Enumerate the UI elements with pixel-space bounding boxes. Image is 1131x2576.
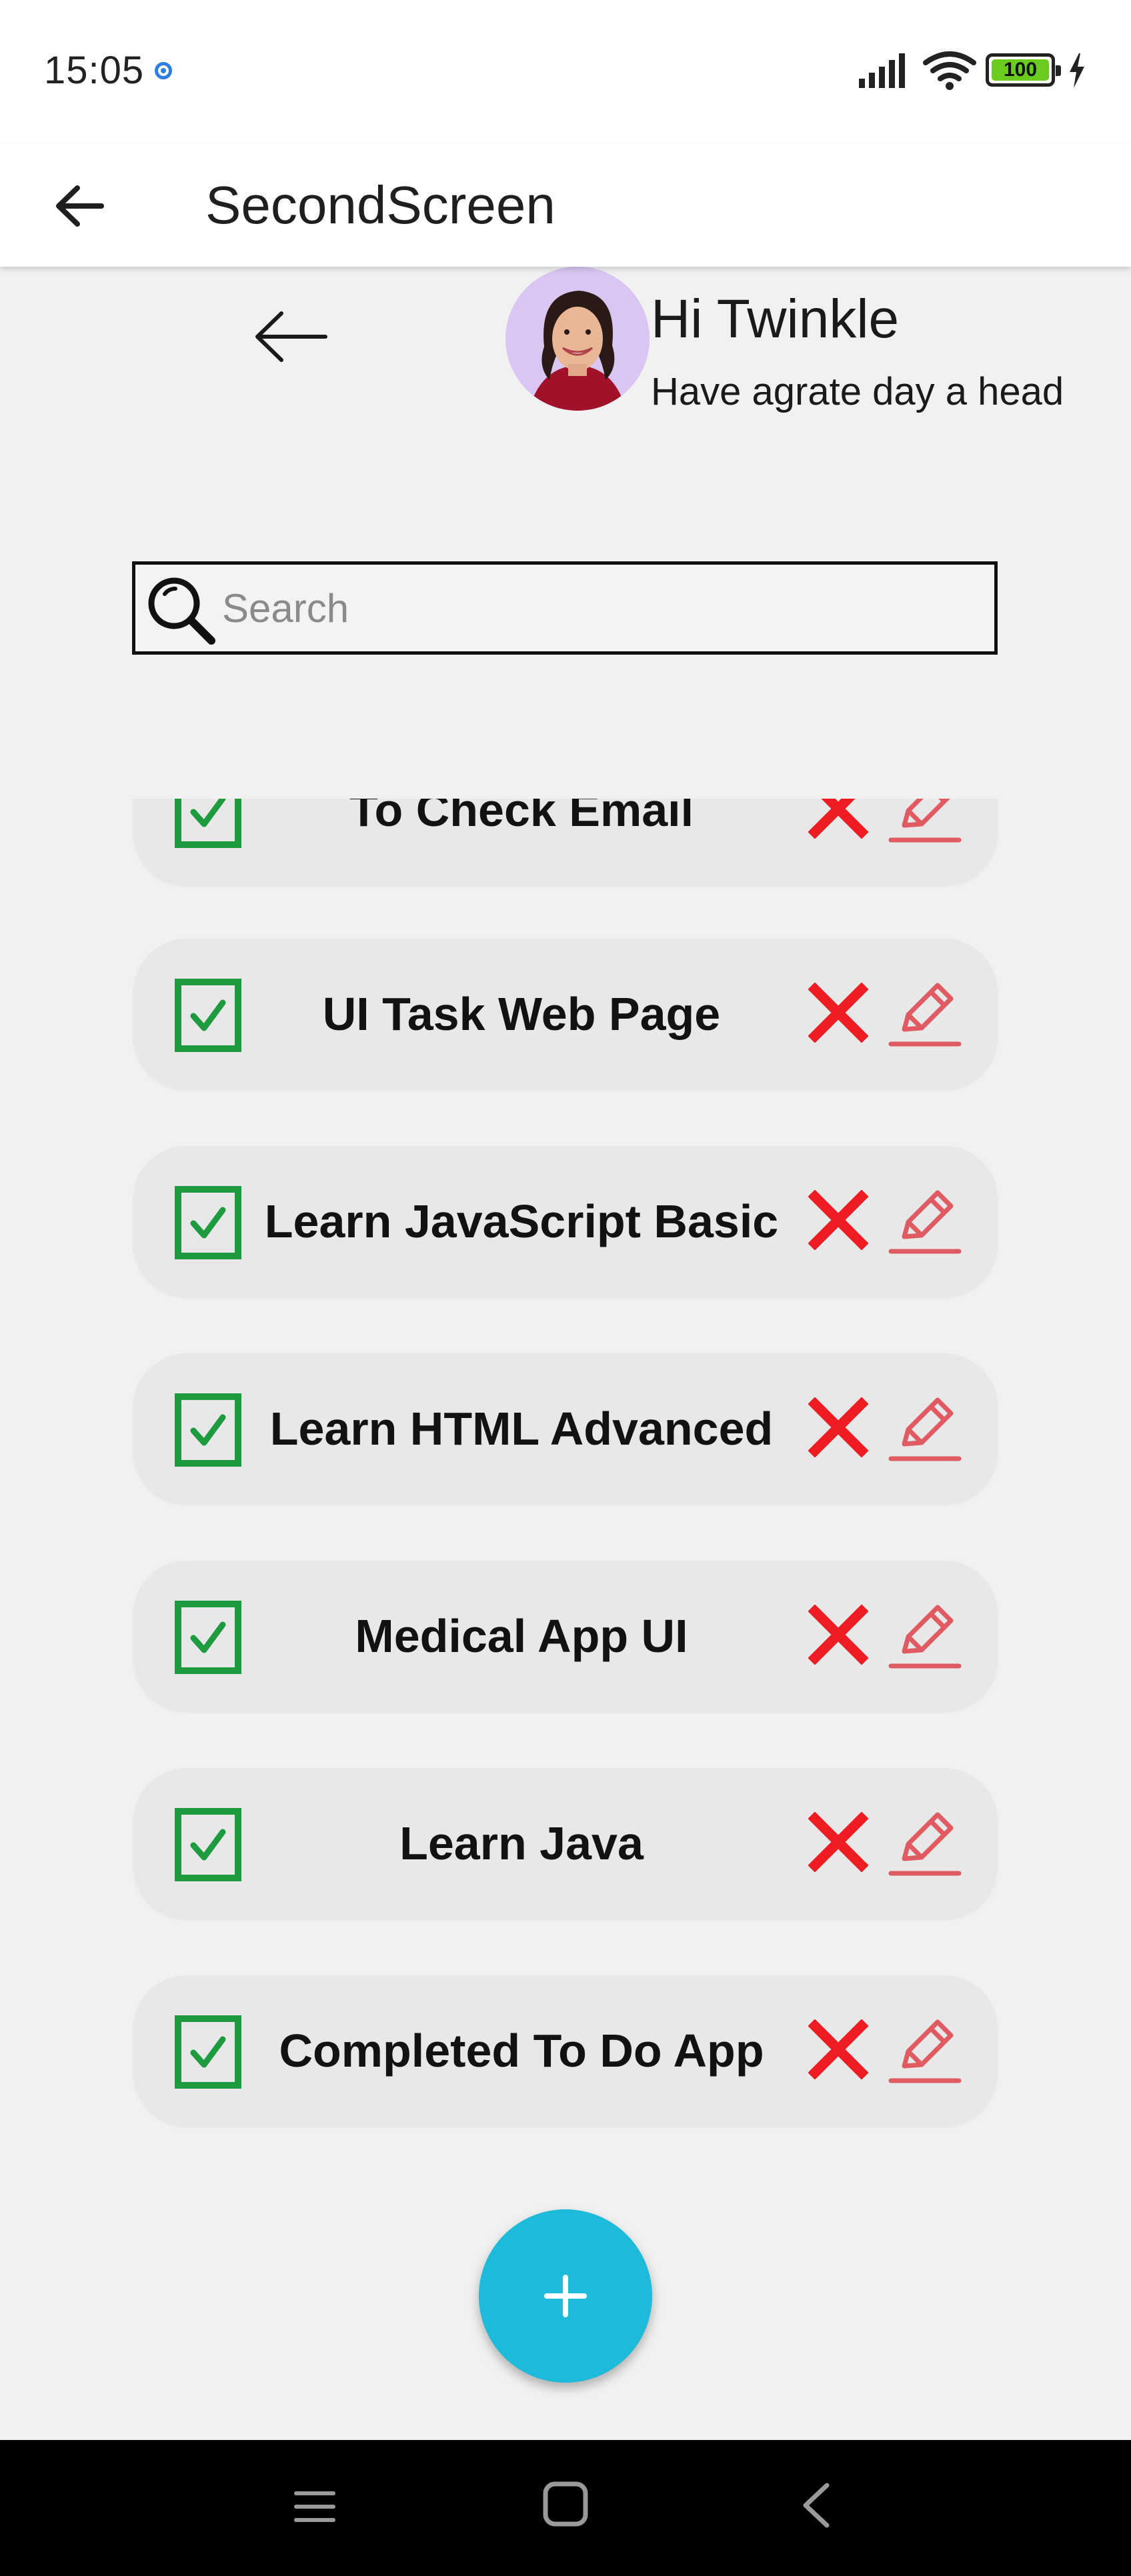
delete-icon[interactable] — [808, 1605, 868, 1665]
task-label: Learn HTML Advanced — [269, 1403, 774, 1455]
task-item[interactable]: Medical App UI — [133, 1561, 998, 1711]
menu-icon[interactable] — [293, 2485, 336, 2528]
system-nav-bar — [0, 2440, 1131, 2576]
task-item[interactable]: Learn JavaScript Basic — [133, 1146, 998, 1297]
checkbox-checked-icon[interactable] — [175, 1186, 241, 1259]
checkbox-checked-icon[interactable] — [175, 1601, 241, 1674]
task-label: To Check Email — [349, 799, 694, 836]
charging-icon — [1070, 53, 1084, 88]
delete-icon[interactable] — [808, 2019, 868, 2079]
home-icon[interactable] — [541, 2480, 590, 2528]
edit-icon[interactable] — [888, 1599, 962, 1673]
location-icon — [155, 62, 172, 79]
edit-icon[interactable] — [888, 1392, 962, 1465]
task-item[interactable]: Learn Java — [133, 1768, 998, 1919]
app-bar: SecondScreen — [0, 144, 1131, 267]
edit-icon[interactable] — [888, 799, 962, 847]
task-item[interactable]: Learn HTML Advanced — [133, 1353, 998, 1504]
arrow-left-icon[interactable] — [53, 183, 107, 229]
wifi-icon — [923, 51, 976, 90]
checkbox-checked-icon[interactable] — [175, 979, 241, 1052]
add-task-button[interactable] — [479, 2209, 652, 2383]
profile-photo — [505, 267, 650, 411]
delete-icon[interactable] — [808, 1397, 868, 1457]
status-bar: 15:05 100 — [0, 0, 1131, 144]
delete-icon[interactable] — [808, 1812, 868, 1872]
edit-icon[interactable] — [888, 977, 962, 1051]
arrow-left-icon[interactable] — [252, 307, 329, 367]
avatar — [505, 267, 650, 411]
task-list: To Check Email UI Task Web Page Learn Ja… — [0, 799, 1131, 2132]
search-box[interactable] — [132, 561, 998, 655]
edit-icon[interactable] — [888, 1807, 962, 1880]
task-label: Medical App UI — [355, 1610, 688, 1662]
search-input[interactable] — [222, 565, 989, 651]
delete-icon[interactable] — [808, 1190, 868, 1250]
task-item[interactable]: UI Task Web Page — [133, 939, 998, 1089]
checkbox-checked-icon[interactable] — [175, 1808, 241, 1881]
checkbox-checked-icon[interactable] — [175, 1393, 241, 1467]
battery-icon: 100 — [986, 53, 1061, 87]
delete-icon[interactable] — [808, 983, 868, 1043]
task-label: Learn JavaScript Basic — [264, 1195, 779, 1247]
task-item[interactable]: Completed To Do App — [133, 1975, 998, 2126]
greeting-text: Hi Twinkle — [651, 289, 900, 349]
task-item[interactable]: To Check Email — [133, 799, 998, 885]
edit-icon[interactable] — [888, 1185, 962, 1258]
search-icon — [148, 577, 215, 645]
task-label: Learn Java — [399, 1817, 644, 1869]
checkbox-checked-icon[interactable] — [175, 2015, 241, 2089]
app-bar-title: SecondScreen — [205, 175, 555, 235]
checkbox-checked-icon[interactable] — [175, 799, 241, 848]
signal-icon — [859, 53, 905, 88]
delete-icon[interactable] — [808, 799, 868, 839]
edit-icon[interactable] — [888, 2014, 962, 2087]
status-time: 15:05 — [44, 49, 145, 92]
plus-icon — [544, 2275, 587, 2317]
subgreeting-text: Have agrate day a head — [651, 370, 1064, 413]
battery-level: 100 — [992, 59, 1049, 81]
task-label: UI Task Web Page — [322, 988, 721, 1040]
task-label: Completed To Do App — [279, 2025, 764, 2077]
back-icon[interactable] — [796, 2481, 836, 2529]
